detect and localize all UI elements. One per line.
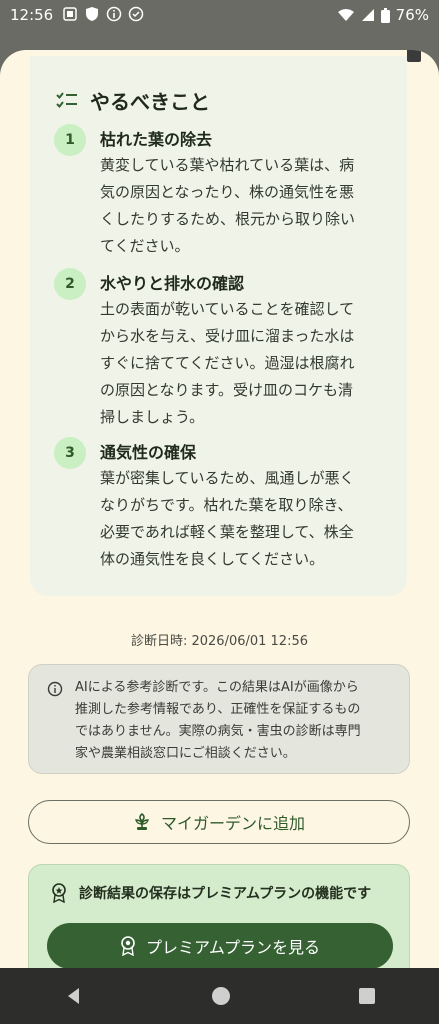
checklist-icon <box>56 91 77 108</box>
status-notification-icons <box>62 6 144 22</box>
todo-title: やるべきこと <box>90 90 210 114</box>
bottom-sheet[interactable]: やるべきこと 1 枯れた葉の除去 黄変している葉や枯れている葉は、病 気の原因と… <box>0 50 439 980</box>
status-time: 12:56 <box>10 6 54 24</box>
plant-icon <box>135 813 149 830</box>
signal-icon <box>361 9 374 21</box>
task-description-line: 気の原因となったり、株の通気性を悪 <box>100 183 354 201</box>
view-premium-plan-label: プレミアムプランを見る <box>146 938 320 957</box>
battery-icon <box>380 7 390 23</box>
disclaimer-line: 推測した参考情報であり、正確性を保証するもの <box>75 702 361 717</box>
recents-icon[interactable] <box>358 987 376 1005</box>
task-description-line: 黄変している葉や枯れている葉は、病 <box>100 156 355 174</box>
task-title: 通気性の確保 <box>100 443 197 462</box>
task-description-line: 掃しましょう。 <box>100 408 205 426</box>
wifi-icon <box>337 9 354 21</box>
view-premium-plan-button[interactable]: プレミアムプランを見る <box>47 923 393 969</box>
award-badge-icon <box>52 883 66 903</box>
task-description: 黄変している葉や枯れている葉は、病 気の原因となったり、株の通気性を悪 くしたり… <box>100 152 390 260</box>
disclaimer-line: 家や農業相談窓口にご相談ください。 <box>75 746 296 761</box>
task-description-line: くしたりするため、根元から取り除い <box>100 210 356 228</box>
task-description-line: の原因となります。受け皿のコケも清 <box>100 381 354 399</box>
premium-promo-card: 診断結果の保存はプレミアムプランの機能です プレミアムプランを見る <box>28 864 410 980</box>
award-badge-icon <box>121 936 135 956</box>
task-description-line: すぐに捨ててください。過湿は根腐れ <box>100 354 355 372</box>
disclaimer-line: AIによる参考診断です。この結果はAIが画像から <box>75 680 359 695</box>
battery-percent: 76% <box>395 6 429 24</box>
task-title: 枯れた葉の除去 <box>100 130 213 149</box>
task-description-line: なりがちです。枯れた葉を取り除き、 <box>100 496 353 514</box>
add-to-my-garden-label: マイガーデンに追加 <box>160 814 305 833</box>
home-icon[interactable] <box>211 986 231 1006</box>
status-bar: 12:56 76% <box>0 0 439 30</box>
task-number-badge: 3 <box>54 437 86 469</box>
back-icon[interactable] <box>64 986 84 1006</box>
add-to-my-garden-button[interactable]: マイガーデンに追加 <box>28 800 410 844</box>
task-description-line: 必要であれば軽く葉を整理して、株全 <box>100 523 354 541</box>
task-description: 葉が密集しているため、風通しが悪く なりがちです。枯れた葉を取り除き、 必要であ… <box>100 465 390 573</box>
disclaimer-line: ではありません。実際の病気・害虫の診断は専門 <box>75 724 361 739</box>
task-description-line: てください。 <box>100 237 190 255</box>
premium-message: 診断結果の保存はプレミアムプランの機能です <box>79 886 372 902</box>
todo-card: やるべきこと 1 枯れた葉の除去 黄変している葉や枯れている葉は、病 気の原因と… <box>30 56 407 596</box>
shield-icon <box>86 7 98 21</box>
system-navigation-bar <box>0 968 439 1024</box>
disclaimer-text: AIによる参考診断です。この結果はAIが画像から 推測した参考情報であり、正確性… <box>75 677 393 765</box>
info-circle-icon <box>106 6 122 22</box>
task-description-line: 体の通気性を良くしてください。 <box>100 550 325 568</box>
task-description: 土の表面が乾いていることを確認して から水を与え、受け皿に溜まった水は すぐに捨… <box>100 296 390 431</box>
todo-header: やるべきこと <box>56 86 210 115</box>
task-title: 水やりと排水の確認 <box>100 274 245 293</box>
sheet-corner-handle <box>407 50 421 62</box>
task-number-badge: 1 <box>54 124 86 156</box>
ai-disclaimer-notice: AIによる参考診断です。この結果はAIが画像から 推測した参考情報であり、正確性… <box>28 664 410 774</box>
sim-card-icon <box>63 7 77 21</box>
info-icon <box>47 681 63 697</box>
diagnosis-timestamp: 診断日時: 2026/06/01 12:56 <box>130 634 309 649</box>
task-description-line: 葉が密集しているため、風通しが悪く <box>100 469 355 487</box>
check-circle-icon <box>128 6 144 22</box>
status-right-group: 76% <box>337 6 429 24</box>
task-description-line: 土の表面が乾いていることを確認して <box>100 300 355 318</box>
premium-message-row: 診断結果の保存はプレミアムプランの機能です <box>51 883 371 903</box>
task-description-line: から水を与え、受け皿に溜まった水は <box>100 327 355 345</box>
task-number-badge: 2 <box>54 268 86 300</box>
